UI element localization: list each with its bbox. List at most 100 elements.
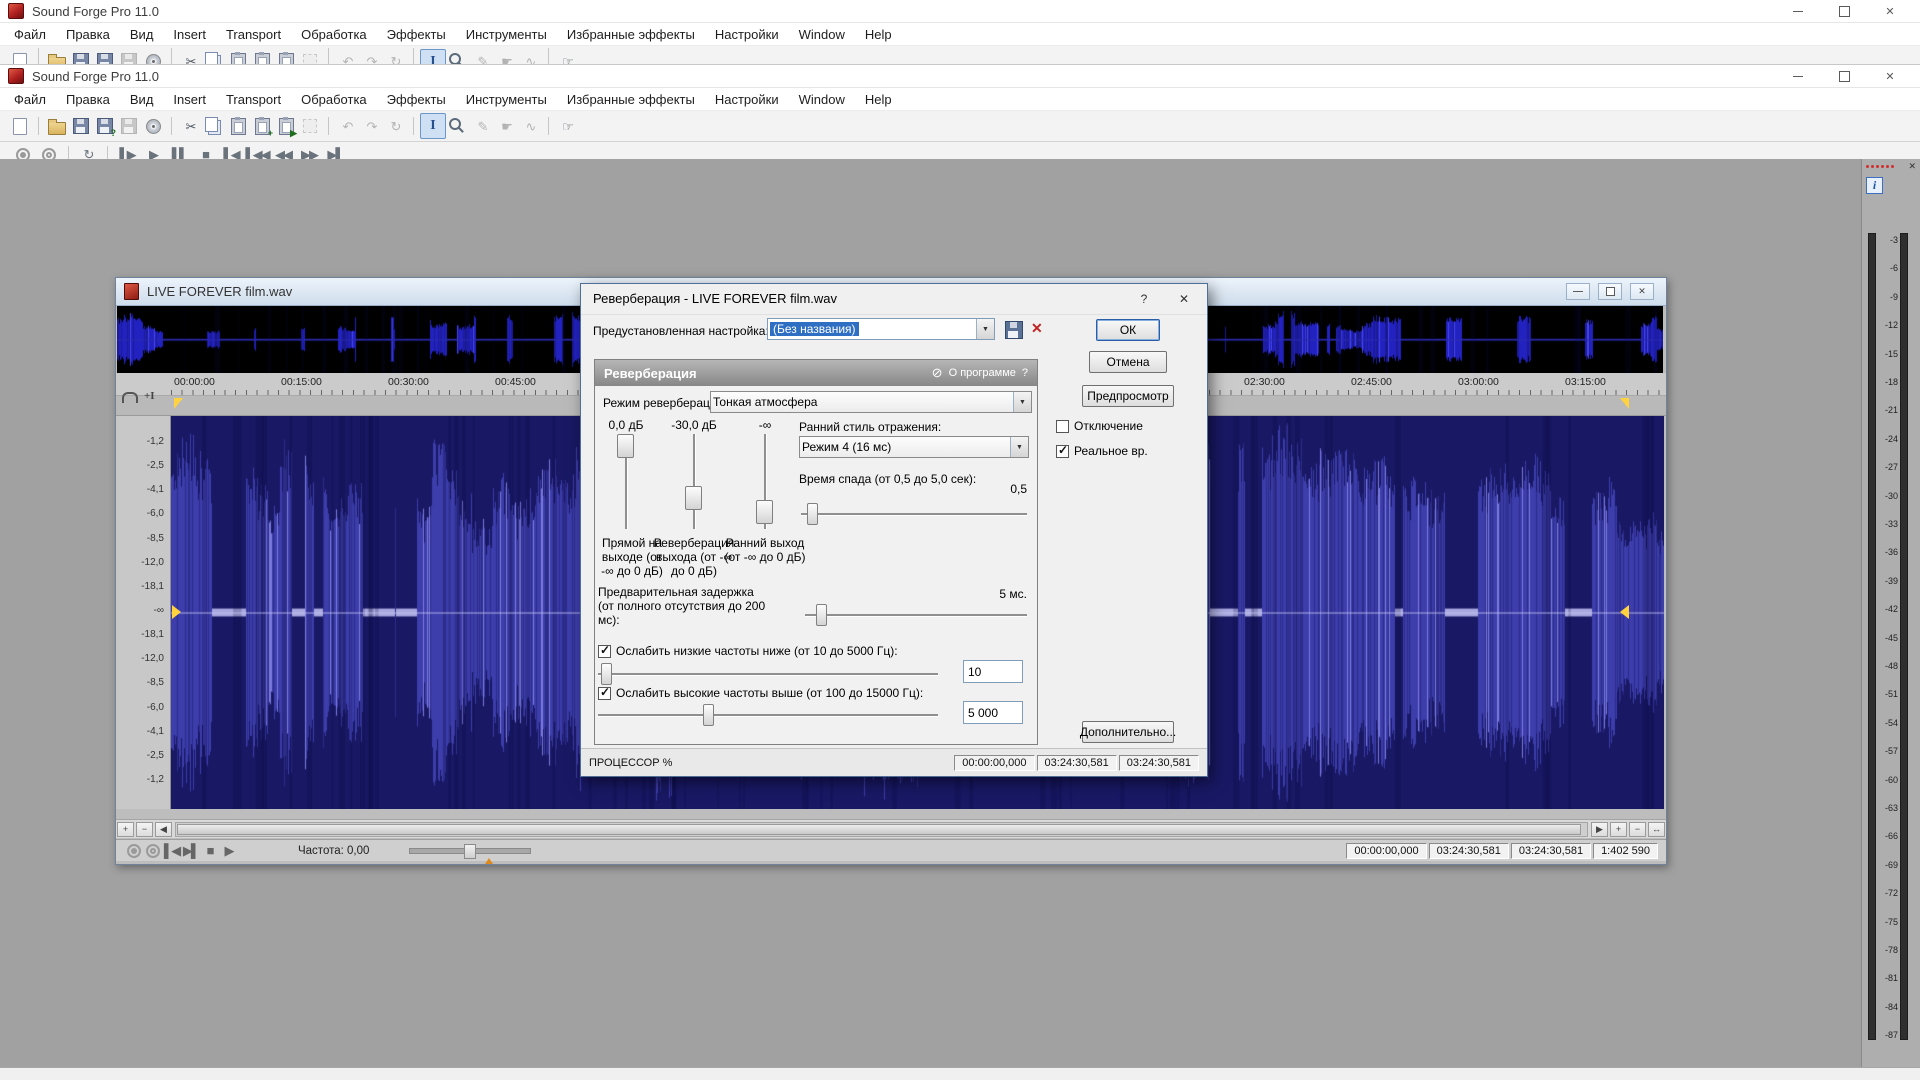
menu-правка[interactable]: Правка [56, 90, 120, 109]
minimize-button[interactable] [1790, 4, 1806, 18]
dialog-title-bar[interactable]: Реверберация - LIVE FOREVER film.wav ? ✕ [581, 284, 1207, 315]
trim-icon[interactable] [298, 49, 322, 65]
menu-настройки[interactable]: Настройки [705, 90, 789, 109]
extract-cd-icon[interactable] [141, 49, 165, 65]
slider-thumb[interactable] [703, 704, 714, 726]
dropdown-arrow-icon[interactable] [1013, 392, 1031, 412]
levels-panel-header[interactable]: ✕ [1862, 159, 1920, 173]
slider-thumb[interactable] [617, 434, 634, 458]
menu-файл[interactable]: Файл [4, 25, 56, 44]
copy-icon[interactable] [202, 114, 226, 138]
preview-button[interactable]: Предпросмотр [1082, 385, 1174, 407]
menu-избранные-эффекты[interactable]: Избранные эффекты [557, 25, 705, 44]
redo-icon[interactable]: ↷ [359, 114, 383, 138]
trim-icon[interactable] [298, 114, 322, 138]
slider-thumb[interactable] [685, 486, 702, 510]
scroll-left-button[interactable]: ◀ [155, 822, 172, 837]
horizontal-scrollbar[interactable]: +−◀ ▶+−↔ [116, 819, 1666, 838]
slider-thumb[interactable] [816, 604, 827, 626]
menu-инструменты[interactable]: Инструменты [456, 25, 557, 44]
copy-icon[interactable] [202, 49, 226, 65]
zoom-window-button[interactable]: ↔ [1648, 822, 1665, 837]
menu-transport[interactable]: Transport [216, 90, 291, 109]
about-link[interactable]: О программе [949, 367, 1016, 379]
extract-cd-icon[interactable] [141, 114, 165, 138]
open-icon[interactable] [45, 49, 69, 65]
restore-button[interactable] [1836, 69, 1852, 83]
zoom-in-button[interactable]: + [117, 822, 134, 837]
cut-icon[interactable]: ✂ [178, 49, 202, 65]
go-to-start-icon[interactable]: ▌◀ [162, 843, 181, 859]
high-cut-value-input[interactable] [963, 701, 1023, 724]
decay-slider[interactable] [801, 506, 1027, 522]
early-style-combobox[interactable]: Режим 4 (16 мс) [799, 436, 1029, 458]
save-all-icon[interactable] [117, 49, 141, 65]
levels-close-button[interactable]: ✕ [1908, 161, 1916, 172]
ok-button[interactable]: ОК [1096, 319, 1160, 341]
rate-slider[interactable] [409, 848, 531, 854]
dropdown-arrow-icon[interactable] [976, 319, 994, 339]
slider-thumb[interactable] [807, 503, 818, 525]
paste-to-new-icon[interactable]: ▶ [274, 49, 298, 65]
menu-настройки[interactable]: Настройки [705, 25, 789, 44]
delete-preset-icon[interactable]: ✕ [1031, 320, 1043, 337]
menu-обработка[interactable]: Обработка [291, 25, 377, 44]
dropdown-arrow-icon[interactable] [1010, 437, 1028, 457]
menu-обработка[interactable]: Обработка [291, 90, 377, 109]
save-preset-icon[interactable] [1005, 321, 1023, 339]
low-cut-slider[interactable] [598, 666, 938, 682]
plugin-help-link[interactable]: ? [1022, 367, 1028, 379]
cancel-button[interactable]: Отмена [1089, 351, 1167, 373]
menu-insert[interactable]: Insert [163, 25, 216, 44]
new-file-icon[interactable] [8, 49, 32, 65]
save-as-icon[interactable]: ? [93, 114, 117, 138]
zoom-in-time-button[interactable]: + [1610, 822, 1627, 837]
scroll-thumb[interactable] [177, 824, 1581, 835]
whats-this-help-icon[interactable]: ☞ [555, 114, 579, 138]
edit-tool-mini-icon[interactable]: +I [144, 390, 155, 402]
menu-window[interactable]: Window [789, 90, 855, 109]
meter-info-icon[interactable]: i [1866, 177, 1883, 194]
undo-icon[interactable]: ↶ [335, 114, 359, 138]
paste-icon[interactable] [226, 114, 250, 138]
restore-button[interactable] [1836, 4, 1852, 18]
selection-start-marker[interactable] [174, 398, 183, 409]
edit-tool-icon[interactable]: I [420, 49, 446, 65]
save-all-icon[interactable] [117, 114, 141, 138]
record-remote-icon[interactable] [143, 843, 162, 859]
low-cut-checkbox[interactable]: Ослабить низкие частоты ниже (от 10 до 5… [598, 644, 898, 658]
zoom-out-time-button[interactable]: − [1629, 822, 1646, 837]
magnify-tool-icon[interactable] [446, 49, 470, 65]
close-button[interactable]: ✕ [1882, 69, 1898, 83]
repeat-icon[interactable]: ↻ [383, 49, 407, 65]
doc-close-button[interactable]: ✕ [1630, 283, 1654, 300]
scroll-right-button[interactable]: ▶ [1591, 822, 1608, 837]
stop-icon[interactable]: ■ [200, 843, 219, 859]
reverb-out-slider[interactable]: -30,0 дБ [664, 418, 724, 530]
menu-help[interactable]: Help [855, 90, 902, 109]
dialog-close-button[interactable]: ✕ [1173, 289, 1195, 309]
dry-out-slider[interactable]: 0,0 дБ [596, 418, 656, 530]
doc-restore-button[interactable] [1598, 283, 1622, 300]
cut-icon[interactable]: ✂ [178, 114, 202, 138]
repeat-icon[interactable]: ↻ [383, 114, 407, 138]
rate-slider-thumb[interactable] [464, 844, 476, 859]
paste-icon[interactable] [226, 49, 250, 65]
menu-вид[interactable]: Вид [120, 25, 164, 44]
envelope-tool-icon[interactable]: ∿ [518, 49, 542, 65]
save-icon[interactable] [69, 114, 93, 138]
dialog-help-button[interactable]: ? [1133, 289, 1155, 309]
event-tool-icon[interactable]: ☛ [494, 49, 518, 65]
pencil-tool-icon[interactable]: ✎ [470, 114, 494, 138]
paste-to-new-icon[interactable]: ▶ [274, 114, 298, 138]
early-out-slider[interactable]: -∞ [735, 418, 795, 530]
menu-эффекты[interactable]: Эффекты [377, 90, 456, 109]
realtime-checkbox[interactable]: Реальное вр. [1056, 444, 1148, 458]
high-cut-checkbox[interactable]: Ослабить высокие частоты выше (от 100 до… [598, 686, 923, 700]
slider-thumb[interactable] [756, 500, 773, 524]
save-icon[interactable] [69, 49, 93, 65]
menu-window[interactable]: Window [789, 25, 855, 44]
menu-insert[interactable]: Insert [163, 90, 216, 109]
snap-icon[interactable] [122, 392, 138, 403]
envelope-tool-icon[interactable]: ∿ [518, 114, 542, 138]
